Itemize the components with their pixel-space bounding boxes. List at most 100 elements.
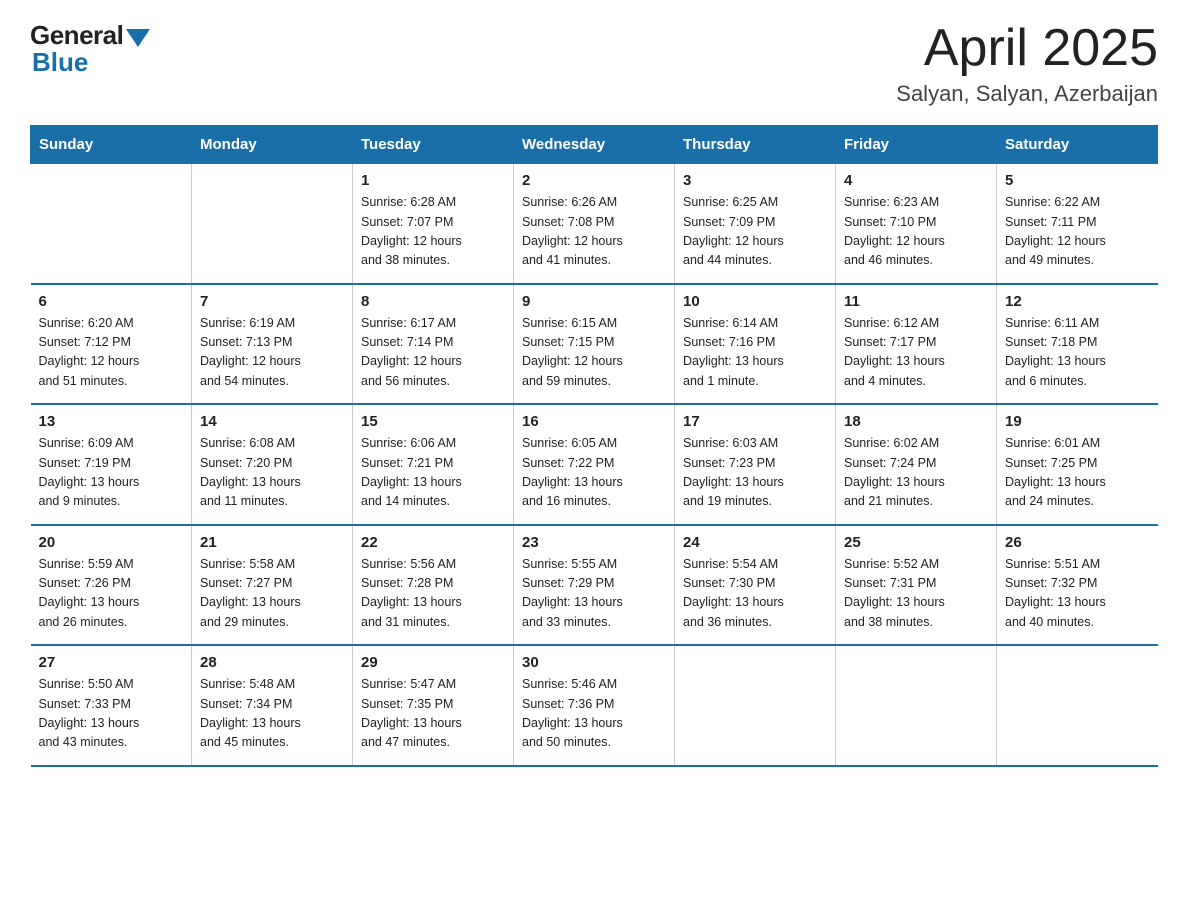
calendar-cell (675, 645, 836, 766)
day-info: Sunrise: 6:09 AMSunset: 7:19 PMDaylight:… (39, 434, 184, 512)
weekday-header-thursday: Thursday (675, 126, 836, 164)
day-info: Sunrise: 5:46 AMSunset: 7:36 PMDaylight:… (522, 675, 666, 753)
day-number: 24 (683, 534, 827, 551)
calendar-week-row: 27Sunrise: 5:50 AMSunset: 7:33 PMDayligh… (31, 645, 1158, 766)
calendar-cell: 26 Sunrise: 5:51 AMSunset: 7:32 PMDayligh… (997, 525, 1158, 646)
day-info: Sunrise: 6:23 AMSunset: 7:10 PMDaylight:… (844, 193, 988, 271)
calendar-cell: 13 Sunrise: 6:09 AMSunset: 7:19 PMDayligh… (31, 404, 192, 525)
day-info: Sunrise: 5:54 AMSunset: 7:30 PMDaylight:… (683, 555, 827, 633)
logo-blue-text: Blue (32, 47, 88, 78)
calendar-cell: 23 Sunrise: 5:55 AMSunset: 7:29 PMDayligh… (514, 525, 675, 646)
calendar-cell (192, 164, 353, 284)
day-info: Sunrise: 6:01 AMSunset: 7:25 PMDaylight:… (1005, 434, 1150, 512)
calendar-cell (836, 645, 997, 766)
logo-arrow-icon (126, 29, 150, 47)
day-number: 5 (1005, 172, 1150, 189)
day-number: 18 (844, 413, 988, 430)
day-number: 9 (522, 293, 666, 310)
calendar-cell: 6 Sunrise: 6:20 AMSunset: 7:12 PMDaylight… (31, 284, 192, 405)
day-info: Sunrise: 5:56 AMSunset: 7:28 PMDaylight:… (361, 555, 505, 633)
calendar-cell: 11Sunrise: 6:12 AMSunset: 7:17 PMDayligh… (836, 284, 997, 405)
day-number: 7 (200, 293, 344, 310)
day-number: 8 (361, 293, 505, 310)
day-info: Sunrise: 5:51 AMSunset: 7:32 PMDaylight:… (1005, 555, 1150, 633)
calendar-cell: 18 Sunrise: 6:02 AMSunset: 7:24 PMDayligh… (836, 404, 997, 525)
day-info: Sunrise: 6:11 AMSunset: 7:18 PMDaylight:… (1005, 314, 1150, 392)
calendar-cell: 14Sunrise: 6:08 AMSunset: 7:20 PMDayligh… (192, 404, 353, 525)
calendar-cell: 29Sunrise: 5:47 AMSunset: 7:35 PMDayligh… (353, 645, 514, 766)
calendar-cell: 2 Sunrise: 6:26 AMSunset: 7:08 PMDaylight… (514, 164, 675, 284)
day-info: Sunrise: 6:20 AMSunset: 7:12 PMDaylight:… (39, 314, 184, 392)
weekday-header-sunday: Sunday (31, 126, 192, 164)
day-number: 10 (683, 293, 827, 310)
calendar-cell: 3Sunrise: 6:25 AMSunset: 7:09 PMDaylight… (675, 164, 836, 284)
day-number: 23 (522, 534, 666, 551)
calendar-cell: 8 Sunrise: 6:17 AMSunset: 7:14 PMDaylight… (353, 284, 514, 405)
day-info: Sunrise: 5:52 AMSunset: 7:31 PMDaylight:… (844, 555, 988, 633)
calendar-cell: 16 Sunrise: 6:05 AMSunset: 7:22 PMDayligh… (514, 404, 675, 525)
logo: General Blue (30, 20, 150, 78)
calendar-header: SundayMondayTuesdayWednesdayThursdayFrid… (31, 126, 1158, 164)
calendar-cell: 15Sunrise: 6:06 AMSunset: 7:21 PMDayligh… (353, 404, 514, 525)
day-number: 13 (39, 413, 184, 430)
day-info: Sunrise: 5:48 AMSunset: 7:34 PMDaylight:… (200, 675, 344, 753)
calendar-week-row: 1 Sunrise: 6:28 AMSunset: 7:07 PMDaylight… (31, 164, 1158, 284)
day-number: 3 (683, 172, 827, 189)
day-number: 1 (361, 172, 505, 189)
calendar-table: SundayMondayTuesdayWednesdayThursdayFrid… (30, 125, 1158, 767)
calendar-cell: 24 Sunrise: 5:54 AMSunset: 7:30 PMDayligh… (675, 525, 836, 646)
day-number: 21 (200, 534, 344, 551)
day-info: Sunrise: 6:28 AMSunset: 7:07 PMDaylight:… (361, 193, 505, 271)
calendar-cell: 21 Sunrise: 5:58 AMSunset: 7:27 PMDayligh… (192, 525, 353, 646)
calendar-cell: 27Sunrise: 5:50 AMSunset: 7:33 PMDayligh… (31, 645, 192, 766)
calendar-cell: 4 Sunrise: 6:23 AMSunset: 7:10 PMDaylight… (836, 164, 997, 284)
day-info: Sunrise: 6:05 AMSunset: 7:22 PMDaylight:… (522, 434, 666, 512)
day-number: 15 (361, 413, 505, 430)
day-info: Sunrise: 6:08 AMSunset: 7:20 PMDaylight:… (200, 434, 344, 512)
weekday-header-saturday: Saturday (997, 126, 1158, 164)
day-number: 26 (1005, 534, 1150, 551)
calendar-cell: 22 Sunrise: 5:56 AMSunset: 7:28 PMDayligh… (353, 525, 514, 646)
title-area: April 2025 Salyan, Salyan, Azerbaijan (896, 20, 1158, 107)
day-info: Sunrise: 5:59 AMSunset: 7:26 PMDaylight:… (39, 555, 184, 633)
day-info: Sunrise: 5:55 AMSunset: 7:29 PMDaylight:… (522, 555, 666, 633)
calendar-cell (31, 164, 192, 284)
day-number: 25 (844, 534, 988, 551)
day-info: Sunrise: 5:50 AMSunset: 7:33 PMDaylight:… (39, 675, 184, 753)
calendar-cell: 17 Sunrise: 6:03 AMSunset: 7:23 PMDayligh… (675, 404, 836, 525)
day-number: 2 (522, 172, 666, 189)
calendar-cell: 10 Sunrise: 6:14 AMSunset: 7:16 PMDayligh… (675, 284, 836, 405)
day-number: 20 (39, 534, 184, 551)
calendar-cell: 9Sunrise: 6:15 AMSunset: 7:15 PMDaylight… (514, 284, 675, 405)
day-info: Sunrise: 6:17 AMSunset: 7:14 PMDaylight:… (361, 314, 505, 392)
day-info: Sunrise: 6:19 AMSunset: 7:13 PMDaylight:… (200, 314, 344, 392)
day-info: Sunrise: 6:02 AMSunset: 7:24 PMDaylight:… (844, 434, 988, 512)
day-number: 29 (361, 654, 505, 671)
header: General Blue April 2025 Salyan, Salyan, … (30, 20, 1158, 107)
day-number: 4 (844, 172, 988, 189)
day-number: 16 (522, 413, 666, 430)
calendar-cell: 28 Sunrise: 5:48 AMSunset: 7:34 PMDayligh… (192, 645, 353, 766)
day-info: Sunrise: 6:26 AMSunset: 7:08 PMDaylight:… (522, 193, 666, 271)
calendar-cell: 20 Sunrise: 5:59 AMSunset: 7:26 PMDayligh… (31, 525, 192, 646)
calendar-cell: 7 Sunrise: 6:19 AMSunset: 7:13 PMDaylight… (192, 284, 353, 405)
day-info: Sunrise: 5:58 AMSunset: 7:27 PMDaylight:… (200, 555, 344, 633)
day-info: Sunrise: 6:14 AMSunset: 7:16 PMDaylight:… (683, 314, 827, 392)
month-year-title: April 2025 (896, 20, 1158, 77)
location-subtitle: Salyan, Salyan, Azerbaijan (896, 81, 1158, 107)
day-number: 17 (683, 413, 827, 430)
calendar-week-row: 13 Sunrise: 6:09 AMSunset: 7:19 PMDayligh… (31, 404, 1158, 525)
day-number: 6 (39, 293, 184, 310)
day-number: 28 (200, 654, 344, 671)
day-number: 22 (361, 534, 505, 551)
day-info: Sunrise: 6:22 AMSunset: 7:11 PMDaylight:… (1005, 193, 1150, 271)
weekday-header-tuesday: Tuesday (353, 126, 514, 164)
day-number: 11 (844, 293, 988, 310)
calendar-week-row: 20 Sunrise: 5:59 AMSunset: 7:26 PMDayligh… (31, 525, 1158, 646)
calendar-cell: 25 Sunrise: 5:52 AMSunset: 7:31 PMDayligh… (836, 525, 997, 646)
day-info: Sunrise: 6:03 AMSunset: 7:23 PMDaylight:… (683, 434, 827, 512)
calendar-cell: 30Sunrise: 5:46 AMSunset: 7:36 PMDayligh… (514, 645, 675, 766)
weekday-header-friday: Friday (836, 126, 997, 164)
weekday-header-monday: Monday (192, 126, 353, 164)
day-number: 12 (1005, 293, 1150, 310)
